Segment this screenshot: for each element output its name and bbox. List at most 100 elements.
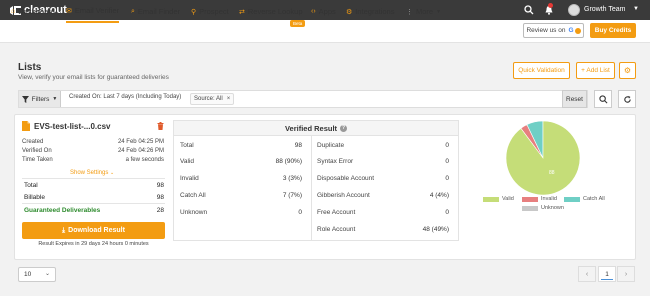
result-label: Invalid xyxy=(180,175,199,182)
meta-value: 24 Feb 04:26 PM xyxy=(117,148,164,154)
search-icon xyxy=(598,94,607,103)
legend-swatch xyxy=(522,196,538,202)
code-icon: ‹› xyxy=(311,8,316,15)
legend-item[interactable]: Catch All xyxy=(564,196,605,202)
nav-dashboard[interactable]: ⌂ Dashboard xyxy=(11,0,55,23)
result-expiry-text: Result Expires in 29 days 24 hours 0 min… xyxy=(38,241,149,247)
next-page-button[interactable]: › xyxy=(617,266,635,282)
show-settings-label: Show Settings xyxy=(70,170,109,176)
refresh-button[interactable] xyxy=(618,90,636,108)
result-value: 0 xyxy=(445,158,449,165)
legend-label: Unknown xyxy=(541,205,564,211)
legend-swatch xyxy=(522,205,538,211)
search-button[interactable] xyxy=(594,90,612,108)
reset-button[interactable]: Reset xyxy=(562,90,587,108)
user-search-icon: ⚲ xyxy=(191,8,197,16)
nav-label: More xyxy=(416,7,434,16)
verified-result-title: Verified Result xyxy=(284,123,338,133)
g2-logo-icon: G xyxy=(568,27,574,34)
gear-icon: ⚙ xyxy=(623,66,632,75)
legend-item[interactable]: Invalid xyxy=(522,196,557,202)
pie-slice-valid[interactable] xyxy=(505,120,581,196)
result-value: 0 xyxy=(298,209,302,216)
result-value: 0 xyxy=(445,209,449,216)
page-size-select[interactable]: 10 xyxy=(18,267,56,282)
legend-item[interactable]: Valid xyxy=(483,196,514,202)
result-label: Gibberish Account xyxy=(317,192,370,199)
search-icon[interactable] xyxy=(524,5,534,15)
filters-button[interactable]: Filters ▼ xyxy=(19,91,61,107)
download-label: Download Result xyxy=(68,227,125,234)
divider xyxy=(22,178,165,179)
review-button[interactable]: Review us on G xyxy=(523,23,584,38)
meta-value: 24 Feb 04:25 PM xyxy=(117,139,164,145)
nav-integrations[interactable]: ⚙ Integrations xyxy=(346,0,394,23)
prev-page-button[interactable]: ‹ xyxy=(578,266,596,282)
meta-label: Created xyxy=(22,139,44,145)
meta-value: a few seconds xyxy=(125,157,164,163)
review-label: Review us on xyxy=(526,27,566,34)
beta-badge: Beta xyxy=(290,20,306,27)
result-value: 4 (4%) xyxy=(429,192,449,199)
page-subtitle: View, verify your email lists for guaran… xyxy=(18,74,169,81)
nav-email-verifier[interactable]: ✉ Email Verifier xyxy=(66,0,120,23)
source-filter-chip[interactable]: Source: All × xyxy=(190,93,235,105)
more-icon: ⋮ xyxy=(406,8,413,16)
result-label: Role Account xyxy=(317,226,356,233)
verified-result-header: Verified Result ? xyxy=(174,121,458,136)
chevron-down-icon[interactable]: ▼ xyxy=(633,6,639,12)
team-name[interactable]: Growth Team xyxy=(584,6,626,13)
result-value: 7 (7%) xyxy=(282,192,302,199)
show-settings-link[interactable]: Show Settings ⌄ xyxy=(70,170,114,176)
page-title: Lists xyxy=(18,62,42,73)
nav-label: Email Verifier xyxy=(74,6,120,15)
pie-slice-label: 88 xyxy=(549,170,555,176)
total-value: 98 xyxy=(156,182,164,189)
settings-button[interactable]: ⚙ xyxy=(619,62,636,79)
billable-value: 98 xyxy=(156,194,164,201)
quick-validation-button[interactable]: Quick Validation xyxy=(513,62,570,79)
legend-swatch xyxy=(483,196,499,202)
chevron-left-icon: ‹ xyxy=(585,270,589,278)
verified-result-table xyxy=(173,120,459,241)
nav-email-finder[interactable]: ⌕ Email Finder xyxy=(131,0,180,23)
created-on-label: Created On: Last 7 days (Including Today… xyxy=(69,94,182,100)
nav-label: Prospect xyxy=(199,7,229,16)
download-result-button[interactable]: ⤓ Download Result xyxy=(22,222,165,239)
created-on-filter[interactable]: Created On: Last 7 days (Including Today… xyxy=(69,94,181,100)
dashboard-icon: ⌂ xyxy=(11,8,16,15)
billable-label: Billable xyxy=(24,194,45,201)
nav-apps[interactable]: ‹› Apps xyxy=(311,0,336,23)
trash-icon[interactable] xyxy=(157,122,164,130)
info-icon[interactable]: ? xyxy=(340,124,348,132)
nav-label: Reverse Lookup xyxy=(247,7,303,16)
close-icon[interactable]: × xyxy=(227,96,231,102)
chevron-down-icon: ▼ xyxy=(436,8,442,15)
filter-icon xyxy=(21,95,29,103)
chevron-down-icon[interactable]: ⌄ xyxy=(45,270,50,277)
buy-credits-button[interactable]: Buy Credits xyxy=(590,23,636,38)
chevron-right-icon: › xyxy=(624,270,628,278)
nav-label: Apps xyxy=(318,7,336,16)
column-divider xyxy=(311,136,312,240)
result-label: Total xyxy=(180,142,194,149)
add-list-button[interactable]: + Add List xyxy=(576,62,615,79)
file-name-text: EVS-test-list-...0.csv xyxy=(34,121,111,131)
avatar[interactable] xyxy=(568,4,580,16)
current-page[interactable]: 1 xyxy=(598,266,616,282)
result-label: Free Account xyxy=(317,209,356,216)
divider xyxy=(22,203,165,204)
notification-badge xyxy=(548,3,553,8)
chevron-down-icon: ▼ xyxy=(52,96,58,102)
download-icon: ⤓ xyxy=(62,226,66,234)
result-label: Valid xyxy=(180,158,194,165)
integrations-icon: ⚙ xyxy=(346,8,353,16)
file-name[interactable]: EVS-test-list-...0.csv xyxy=(22,121,110,131)
nav-prospect[interactable]: ⚲ Prospect xyxy=(191,0,229,23)
nav-more[interactable]: ⋮ More ▼ xyxy=(406,0,441,23)
nav-label: Email Finder xyxy=(137,7,181,16)
result-label: Duplicate xyxy=(317,142,345,149)
legend-item[interactable]: Unknown xyxy=(522,205,564,211)
meta-label: Time Taken xyxy=(22,157,53,163)
result-label: Disposable Account xyxy=(317,175,375,182)
